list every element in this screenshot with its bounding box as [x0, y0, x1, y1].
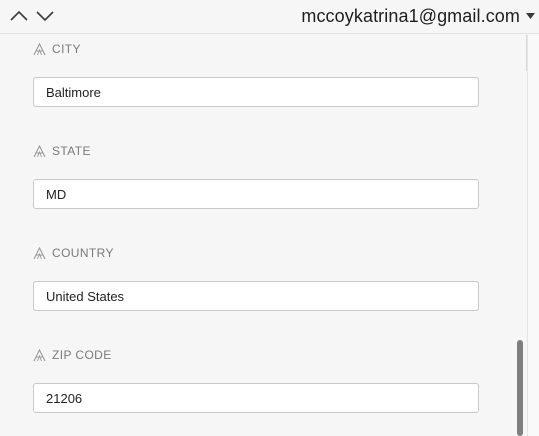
city-label-text: CITY [52, 42, 81, 56]
caret-down-icon [526, 13, 535, 19]
chevron-up-icon [10, 10, 28, 21]
state-field[interactable]: MD [33, 179, 479, 209]
account-menu[interactable]: mccoykatrina1@gmail.com [301, 5, 535, 27]
address-form: CITY Baltimore STATE MD COUNTRY United S… [0, 35, 527, 436]
zip-code-field[interactable]: 21206 [33, 383, 479, 413]
scrollbar-thumb[interactable] [517, 340, 523, 436]
state-label-text: STATE [52, 144, 91, 158]
zip-code-value: 21206 [46, 390, 83, 406]
country-value: United States [46, 288, 125, 304]
text-field-icon [33, 42, 46, 55]
zip-code-label-text: ZIP CODE [52, 348, 112, 362]
account-email: mccoykatrina1@gmail.com [301, 5, 520, 26]
text-field-icon [33, 246, 46, 259]
city-field[interactable]: Baltimore [33, 77, 479, 107]
city-label: CITY [33, 41, 81, 57]
text-field-icon [33, 144, 46, 157]
city-value: Baltimore [46, 84, 101, 100]
scrollbar-track[interactable] [527, 35, 539, 436]
country-label: COUNTRY [33, 245, 114, 261]
previous-button[interactable] [8, 5, 30, 27]
state-label: STATE [33, 143, 91, 159]
state-value: MD [46, 186, 67, 202]
zip-code-label: ZIP CODE [33, 347, 112, 363]
top-toolbar: mccoykatrina1@gmail.com [0, 0, 539, 34]
chevron-down-icon [36, 11, 54, 22]
country-label-text: COUNTRY [52, 246, 114, 260]
next-button[interactable] [34, 5, 56, 27]
text-field-icon [33, 348, 46, 361]
country-field[interactable]: United States [33, 281, 479, 311]
